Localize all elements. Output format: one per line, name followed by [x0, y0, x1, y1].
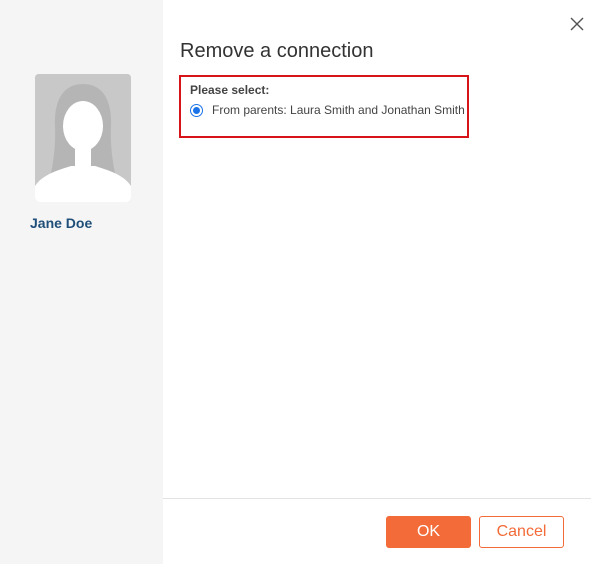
ok-button[interactable]: OK [386, 516, 471, 548]
radio-option-parents[interactable]: From parents: Laura Smith and Jonathan S… [190, 103, 465, 117]
profile-name: Jane Doe [30, 215, 93, 231]
cancel-button[interactable]: Cancel [479, 516, 564, 548]
dialog-title: Remove a connection [180, 40, 374, 62]
female-silhouette-icon [35, 74, 131, 202]
radio-selected-dot [193, 106, 200, 114]
close-icon[interactable] [568, 15, 586, 33]
profile-panel: Jane Doe [0, 0, 163, 564]
select-label: Please select: [190, 83, 270, 97]
radio-option-label: From parents: Laura Smith and Jonathan S… [212, 103, 465, 117]
footer-divider [163, 498, 591, 499]
avatar [35, 74, 131, 202]
connection-select-box: Please select: From parents: Laura Smith… [179, 75, 469, 138]
radio-button[interactable] [190, 103, 203, 117]
remove-connection-dialog: Jane Doe Remove a connection Please sele… [0, 0, 591, 564]
